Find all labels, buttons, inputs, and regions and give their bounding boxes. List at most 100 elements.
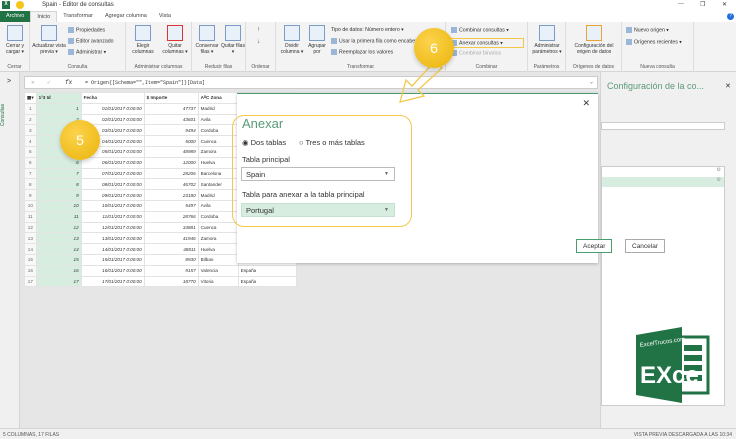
new-source-button[interactable]: Nuevo origen ▾ xyxy=(626,27,669,33)
expand-sidebar-button[interactable]: > xyxy=(7,78,11,85)
table-cell[interactable]: 28766 xyxy=(143,210,199,223)
table-cell[interactable]: 15 xyxy=(35,253,82,266)
restore-button[interactable]: ❐ xyxy=(700,1,705,8)
table-cell[interactable]: Bilbao xyxy=(197,253,239,266)
table-cell[interactable]: 9494 xyxy=(143,124,199,137)
accept-button[interactable]: Aceptar xyxy=(576,239,613,253)
table-cell[interactable]: Valencia xyxy=(197,264,239,277)
table-cell[interactable]: 14/01/2017 0:00:00 xyxy=(80,243,145,255)
table-cell[interactable]: 17 xyxy=(24,275,37,288)
table-cell[interactable]: 7 xyxy=(24,167,37,180)
step-gear-icon[interactable]: ⚙ xyxy=(602,177,724,187)
keep-rows-button[interactable]: Conservar filas ▾ xyxy=(193,25,221,55)
table-cell[interactable]: 10 xyxy=(24,199,37,212)
refresh-preview-button[interactable]: Actualizar vista previa ▾ xyxy=(32,25,66,55)
recent-sources-button[interactable]: Orígenes recientes ▾ xyxy=(626,39,682,45)
table-cell[interactable]: 8930 xyxy=(143,253,199,266)
choose-columns-button[interactable]: Elegir columnas xyxy=(128,25,158,55)
cancel-button[interactable]: Cancelar xyxy=(625,239,666,253)
table-cell[interactable]: 10 xyxy=(35,199,82,212)
tab-archivo[interactable]: Archivo xyxy=(0,11,31,22)
manage-button[interactable]: Administrar ▾ xyxy=(68,49,106,55)
table-cell[interactable]: España xyxy=(237,264,297,277)
table-cell[interactable]: 01/01/2017 0:00:00 xyxy=(80,102,145,115)
table-cell[interactable]: 4 xyxy=(24,135,37,147)
replace-values-button[interactable]: Reemplazar los valores xyxy=(331,49,393,55)
smiley-icon[interactable] xyxy=(16,1,24,9)
column-header-fecha[interactable]: Fecha xyxy=(80,92,145,104)
tab-inicio[interactable]: Inicio xyxy=(30,11,58,22)
table-cell[interactable]: Zamora xyxy=(197,232,239,245)
close-window-button[interactable]: ✕ xyxy=(722,1,727,8)
table-cell[interactable]: 5000 xyxy=(143,135,199,147)
table-cell[interactable]: 9 xyxy=(24,189,37,201)
confirm-formula-icon[interactable]: ✓ xyxy=(47,79,51,86)
table-cell[interactable]: 16/01/2017 0:00:00 xyxy=(80,264,145,277)
table-cell[interactable]: 48811 xyxy=(143,243,199,255)
table-cell[interactable]: 12 xyxy=(24,221,37,234)
table-cell[interactable]: 10/01/2017 0:00:00 xyxy=(80,199,145,212)
sort-descending-icon[interactable]: ↓ xyxy=(257,39,260,45)
table-cell[interactable]: 3 xyxy=(24,124,37,137)
table-menu-icon[interactable]: ▦▾ xyxy=(24,92,37,104)
table-cell[interactable]: 43601 xyxy=(143,113,199,126)
table-cell[interactable]: 11/01/2017 0:00:00 xyxy=(80,210,145,223)
table-cell[interactable]: 09/01/2017 0:00:00 xyxy=(80,189,145,201)
table-cell[interactable]: 41946 xyxy=(143,232,199,245)
expand-formula-icon[interactable]: ⌄ xyxy=(590,79,593,85)
table-cell[interactable]: 17/01/2017 0:00:00 xyxy=(80,275,145,288)
sort-ascending-icon[interactable]: ↑ xyxy=(257,27,260,33)
minimize-button[interactable]: — xyxy=(678,1,684,7)
table-cell[interactable]: 2 xyxy=(24,113,37,126)
tab-agregar-columna[interactable]: Agregar columna xyxy=(99,11,153,22)
remove-rows-button[interactable]: Quitar filas ▾ xyxy=(221,25,245,55)
table-cell[interactable]: 9157 xyxy=(143,264,199,277)
table-cell[interactable]: 23180 xyxy=(143,189,199,201)
table-cell[interactable]: Cuenca xyxy=(197,221,239,234)
table-cell[interactable]: 14 xyxy=(24,243,37,255)
table-cell[interactable]: España xyxy=(237,275,297,288)
table-cell[interactable]: 12/01/2017 0:00:00 xyxy=(80,221,145,234)
formula-bar[interactable]: ✕ ✓ fx = Origen{[Schema="",Item="Spain"]… xyxy=(24,76,598,89)
table-cell[interactable]: 5497 xyxy=(143,199,199,212)
table-cell[interactable]: 8 xyxy=(24,178,37,191)
table-cell[interactable]: 16 xyxy=(24,264,37,277)
table-row[interactable]: 17 17 17/01/2017 0:00:00 18770 Vitoria España xyxy=(24,275,297,288)
table-cell[interactable]: 1 xyxy=(35,102,82,115)
table-cell[interactable]: 13/01/2017 0:00:00 xyxy=(80,232,145,245)
table-row[interactable]: 16 16 16/01/2017 0:00:00 9157 Valencia España xyxy=(24,264,297,277)
table-cell[interactable]: 13 xyxy=(24,232,37,245)
combine-binaries-button[interactable]: Combinar binarios xyxy=(451,50,501,56)
table-cell[interactable]: 34881 xyxy=(143,221,199,234)
table-cell[interactable]: 1 xyxy=(24,102,37,115)
table-cell[interactable]: 18770 xyxy=(143,275,199,288)
table-cell[interactable]: 28206 xyxy=(143,167,199,180)
tab-vista[interactable]: Vista xyxy=(153,11,177,22)
properties-button[interactable]: Propiedades xyxy=(68,27,105,33)
column-header-id[interactable]: 1²3 Id xyxy=(35,92,82,104)
table-cell[interactable]: 13 xyxy=(35,232,82,245)
table-cell[interactable]: 6 xyxy=(24,156,37,169)
formula-text[interactable]: = Origen{[Schema="",Item="Spain"]}[Data] xyxy=(85,80,205,86)
table-cell[interactable]: 9 xyxy=(35,189,82,201)
column-header-importe[interactable]: $ Importe xyxy=(143,92,199,104)
close-panel-button[interactable]: ✕ xyxy=(725,82,731,90)
query-name-input[interactable] xyxy=(601,122,725,130)
table-cell[interactable]: 07/01/2017 0:00:00 xyxy=(80,167,145,180)
table-cell[interactable]: Vitoria xyxy=(197,275,239,288)
queries-label[interactable]: Consultas xyxy=(0,104,6,126)
data-type-dropdown[interactable]: Tipo de datos: Número entero ▾ xyxy=(331,27,404,33)
manage-parameters-button[interactable]: Administrar parámetros ▾ xyxy=(529,25,565,55)
step-gear-icon[interactable]: ⚙ xyxy=(602,167,724,177)
remove-columns-button[interactable]: Quitar columnas ▾ xyxy=(159,25,191,55)
table-cell[interactable]: 17 xyxy=(35,275,82,288)
tab-transformar[interactable]: Transformar xyxy=(57,11,99,22)
cancel-formula-icon[interactable]: ✕ xyxy=(31,79,35,86)
group-by-button[interactable]: Agrupar por xyxy=(306,25,328,55)
close-load-button[interactable]: Cerrar y cargar ▾ xyxy=(2,25,28,55)
advanced-editor-button[interactable]: Editor avanzado xyxy=(68,38,114,44)
table-cell[interactable]: 15/01/2017 0:00:00 xyxy=(80,253,145,266)
table-cell[interactable]: 14 xyxy=(35,243,82,255)
append-queries-button[interactable]: Anexar consultas ▾ xyxy=(449,38,524,49)
table-cell[interactable]: 11 xyxy=(24,210,37,223)
